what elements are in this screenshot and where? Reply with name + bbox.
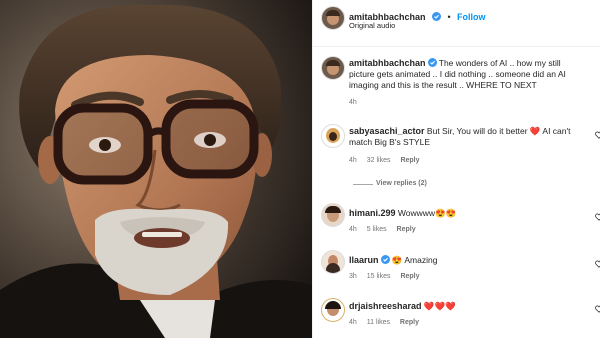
post-media-image[interactable] [0, 0, 312, 338]
comments-panel: amitabhbachchan • Follow Original audio … [312, 0, 600, 338]
separator-dot: • [447, 12, 451, 22]
reply-button[interactable]: Reply [400, 273, 419, 280]
audio-label[interactable]: Original audio [349, 21, 395, 30]
comment-likes[interactable]: 11 likes [367, 319, 390, 326]
comment-username[interactable]: himani.299 [349, 208, 396, 218]
reply-button[interactable]: Reply [400, 319, 419, 326]
post-header: amitabhbachchan • Follow Original audio [313, 0, 600, 47]
like-heart-icon[interactable] [595, 213, 600, 221]
comment-body: drjaishreesharad ❤️❤️❤️ [349, 301, 581, 312]
comment-timestamp: 4h [349, 157, 357, 164]
portrait-illustration [0, 0, 312, 338]
reply-button[interactable]: Reply [400, 157, 419, 164]
comment-text: Wowwww😍😍 [397, 208, 457, 218]
comment-body: himani.299 Wowwww😍😍 [349, 208, 581, 219]
comment-timestamp: 3h [349, 273, 357, 280]
comment-timestamp: 4h [349, 226, 357, 233]
comment-likes[interactable]: 15 likes [367, 273, 391, 280]
like-heart-icon[interactable] [595, 305, 600, 313]
commenter-avatar[interactable] [321, 124, 345, 148]
follow-button[interactable]: Follow [457, 12, 486, 22]
comment-username[interactable]: drjaishreesharad [349, 301, 422, 311]
caption-block: amitabhbachchan The wonders of AI .. how… [349, 58, 581, 91]
comment-meta: 3h 15 likes Reply [349, 273, 428, 280]
comment-meta: 4h 32 likes Reply [349, 157, 428, 164]
comment-likes[interactable]: 5 likes [367, 226, 387, 233]
comment-text: 😍 Amazing [391, 255, 438, 265]
view-replies-line [353, 184, 373, 185]
comment-meta: 4h 11 likes Reply [349, 319, 427, 326]
verified-badge-icon [431, 12, 441, 21]
comment-body: sabyasachi_actor But Sir, You will do it… [349, 126, 581, 148]
comment-likes[interactable]: 32 likes [367, 157, 391, 164]
comment-meta: 4h 5 likes Reply [349, 226, 424, 233]
caption-timestamp: 4h [349, 99, 357, 106]
comment-username[interactable]: llaarun [349, 255, 379, 265]
comment-username[interactable]: sabyasachi_actor [349, 126, 425, 136]
commenter-avatar[interactable] [321, 203, 345, 227]
caption-author-avatar[interactable] [321, 56, 345, 80]
reply-button[interactable]: Reply [397, 226, 416, 233]
view-replies-button[interactable]: View replies (2) [376, 180, 427, 187]
author-avatar[interactable] [321, 6, 345, 30]
like-heart-icon[interactable] [595, 260, 600, 268]
comment-text: ❤️❤️❤️ [423, 301, 456, 311]
commenter-avatar[interactable] [321, 250, 345, 274]
caption-meta: 4h [349, 99, 365, 106]
comment-timestamp: 4h [349, 319, 357, 326]
comment-body: llaarun 😍 Amazing [349, 255, 581, 266]
commenter-avatar[interactable] [321, 298, 345, 322]
verified-badge-icon [380, 255, 390, 264]
caption-username[interactable]: amitabhbachchan [349, 58, 426, 68]
verified-badge-icon [427, 58, 437, 67]
like-heart-icon[interactable] [595, 131, 600, 139]
